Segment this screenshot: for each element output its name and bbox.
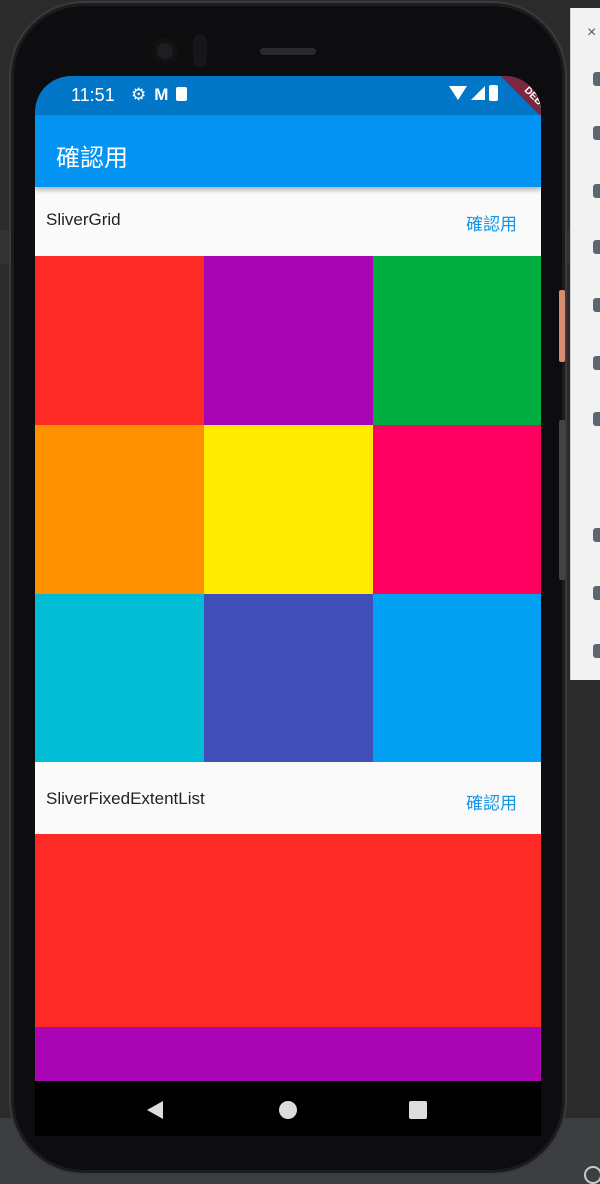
home-icon[interactable] <box>279 1101 297 1119</box>
emulator-side-panel: × <box>570 8 600 680</box>
grid-tile[interactable] <box>373 425 541 594</box>
rotate-left-icon[interactable] <box>593 240 600 254</box>
grid-tile[interactable] <box>35 256 204 425</box>
grid-tile[interactable] <box>373 594 541 762</box>
power-icon[interactable] <box>593 72 600 86</box>
volume-up-icon[interactable] <box>593 126 600 140</box>
grid-tile[interactable] <box>204 425 373 594</box>
zoom-icon[interactable] <box>593 412 600 426</box>
status-bar: 11:51 ⚙ M DEBUG <box>35 76 541 147</box>
list-item[interactable] <box>35 834 541 1027</box>
grid-tile[interactable] <box>204 256 373 425</box>
home-icon[interactable] <box>593 586 600 600</box>
sliver-grid <box>35 256 541 762</box>
section-action-button[interactable]: 確認用 <box>466 210 517 235</box>
more-icon[interactable] <box>593 644 600 658</box>
section-action-button[interactable]: 確認用 <box>466 789 517 814</box>
grid-tile[interactable] <box>35 594 204 762</box>
volume-button[interactable] <box>559 420 565 580</box>
scroll-content[interactable]: SliverGrid 確認用 SliverFixedExtentList 確認用 <box>35 187 541 1081</box>
app-bar: 確認用 <box>35 115 541 187</box>
sliver-grid-header: SliverGrid 確認用 <box>35 187 541 256</box>
gear-icon: ⚙ <box>131 85 147 104</box>
power-button[interactable] <box>559 290 565 362</box>
page-title: 確認用 <box>56 144 128 172</box>
volume-down-icon[interactable] <box>593 184 600 198</box>
gmail-icon: M <box>154 85 169 104</box>
screenshot-icon[interactable] <box>593 356 600 370</box>
grid-tile[interactable] <box>35 425 204 594</box>
section-title: SliverFixedExtentList <box>46 789 205 808</box>
close-icon[interactable]: × <box>587 24 596 42</box>
sd-card-icon <box>176 87 188 101</box>
back-icon[interactable] <box>147 1101 163 1119</box>
back-icon[interactable] <box>593 528 600 542</box>
recents-icon[interactable] <box>409 1101 427 1119</box>
battery-icon <box>489 85 498 101</box>
grid-tile[interactable] <box>373 256 541 425</box>
sliver-fixed-extent-list-header: SliverFixedExtentList 確認用 <box>35 762 541 834</box>
grid-tile[interactable] <box>204 594 373 762</box>
search-icon[interactable] <box>584 1166 600 1184</box>
wifi-icon <box>449 86 467 100</box>
signal-icon <box>471 86 485 100</box>
device-screen: 11:51 ⚙ M DEBUG 確認用 SliverGrid 確認用 Slive… <box>35 76 541 1136</box>
front-camera <box>152 38 178 64</box>
list-item[interactable] <box>35 1027 541 1081</box>
status-time: 11:51 <box>71 85 115 105</box>
section-title: SliverGrid <box>46 210 121 229</box>
navigation-bar <box>35 1081 541 1136</box>
earpiece-speaker <box>260 48 316 55</box>
rotate-right-icon[interactable] <box>593 298 600 312</box>
sensor <box>193 34 207 68</box>
